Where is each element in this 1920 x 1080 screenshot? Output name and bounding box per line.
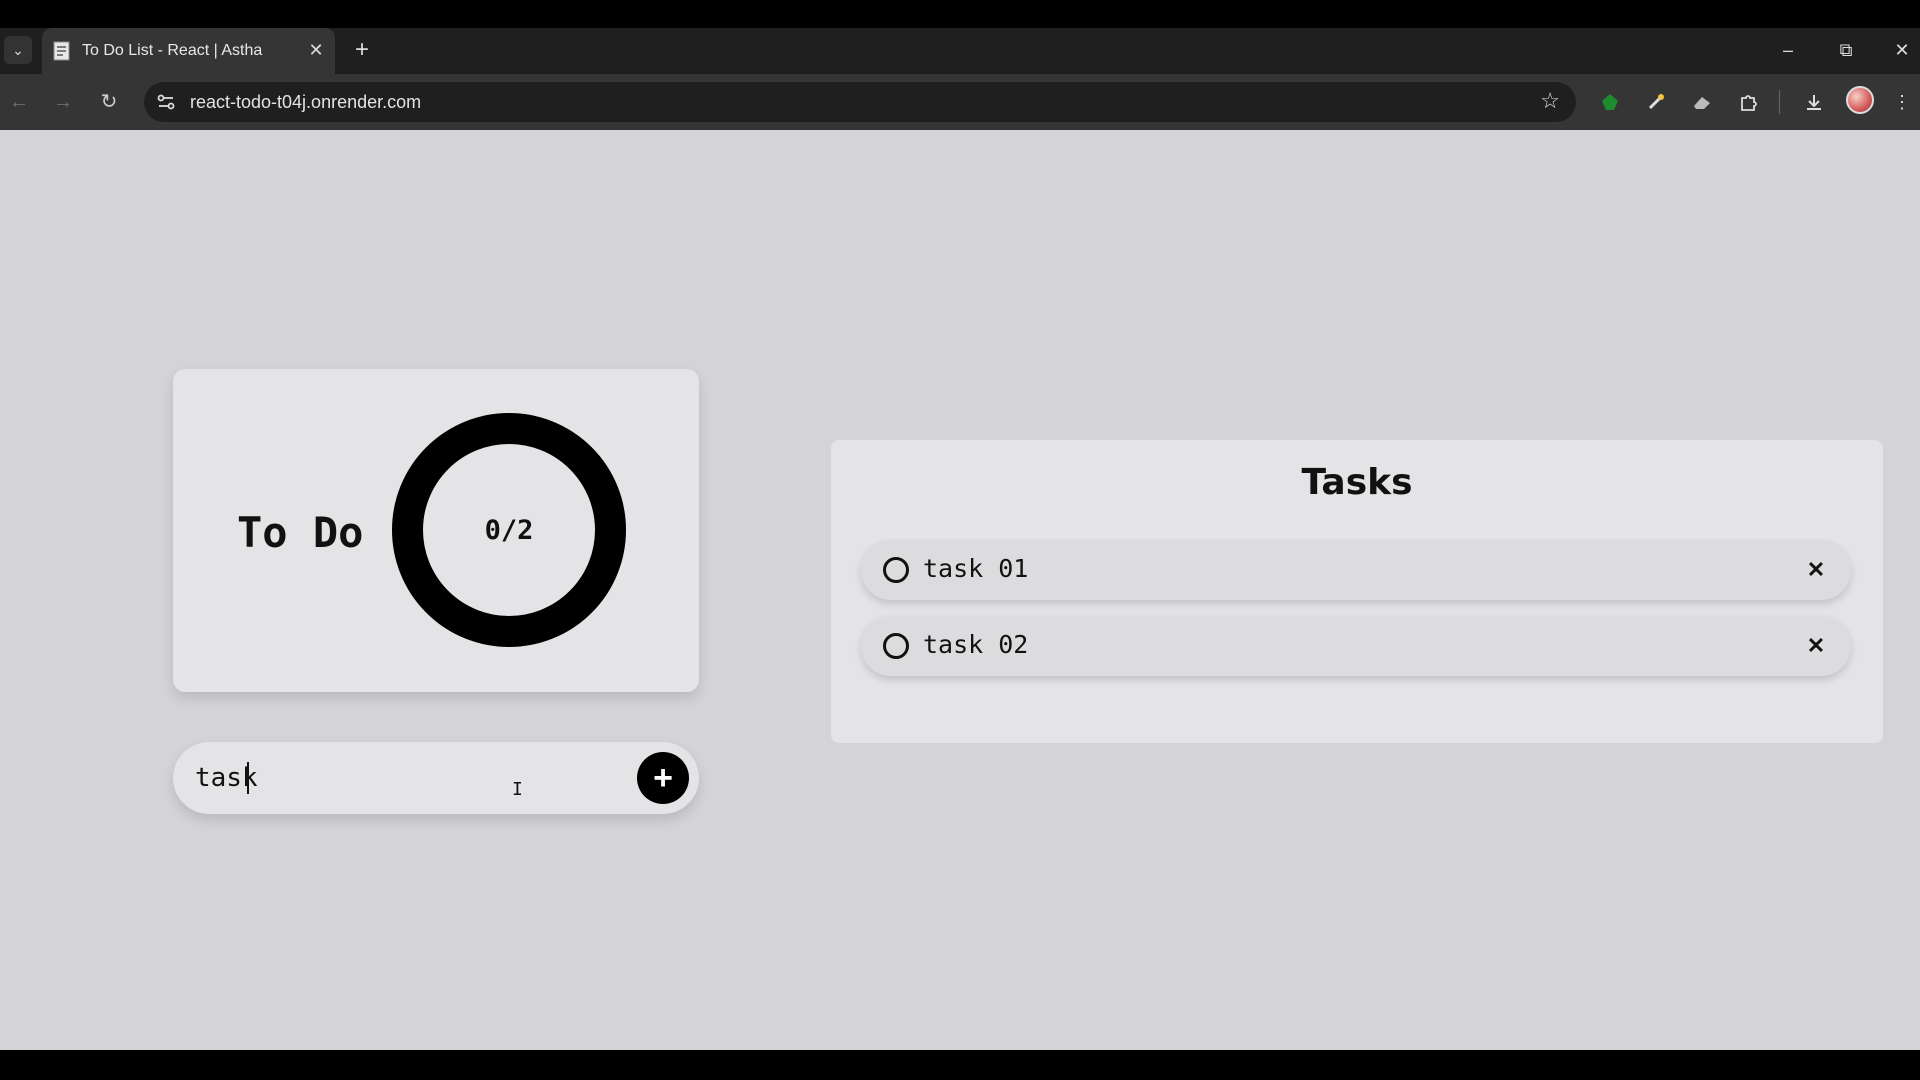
browser-tab[interactable]: To Do List - React | Astha ✕: [42, 28, 335, 74]
tune-icon[interactable]: [152, 88, 180, 116]
browser-toolbar: ← → ↻ react-todo-t04j.onrender.com ☆ ⋮: [0, 74, 1920, 130]
kebab-menu-icon[interactable]: ⋮: [1890, 86, 1914, 118]
browser-tab-strip: ⌄ To Do List - React | Astha ✕ + – ⧉ ✕: [0, 28, 1920, 74]
task-checkbox[interactable]: [883, 633, 909, 659]
delete-icon[interactable]: ✕: [1803, 631, 1829, 661]
green-extension-icon[interactable]: [1594, 86, 1626, 118]
avatar[interactable]: [1846, 86, 1874, 114]
task-checkbox[interactable]: [883, 557, 909, 583]
summary-card: To Do 0/2: [173, 369, 699, 692]
tab-title: To Do List - React | Astha: [82, 42, 263, 59]
toolbar-separator: [1779, 90, 1780, 114]
plus-icon[interactable]: +: [348, 36, 376, 64]
bottom-black-bar: [0, 1050, 1920, 1080]
close-icon[interactable]: ✕: [304, 38, 328, 62]
download-icon[interactable]: [1798, 86, 1830, 118]
arrow-right-icon[interactable]: →: [48, 87, 78, 117]
text-caret: [247, 762, 249, 794]
url-text: react-todo-t04j.onrender.com: [190, 92, 422, 112]
minimize-icon[interactable]: –: [1770, 36, 1806, 64]
arrow-left-icon[interactable]: ←: [4, 87, 34, 117]
chevron-down-icon[interactable]: ⌄: [4, 36, 32, 64]
tasks-heading: Tasks: [1301, 462, 1413, 503]
progress-ring: 0/2: [392, 413, 626, 647]
progress-count: 0/2: [484, 514, 534, 546]
address-bar[interactable]: react-todo-t04j.onrender.com ☆: [144, 82, 1576, 122]
task-label: task 01: [923, 554, 1029, 583]
puzzle-icon[interactable]: [1732, 86, 1764, 118]
task-input[interactable]: [195, 758, 595, 798]
color-picker-icon[interactable]: [1640, 86, 1672, 118]
task-item: task 02 ✕: [861, 616, 1851, 676]
reload-icon[interactable]: ↻: [94, 87, 124, 117]
delete-icon[interactable]: ✕: [1803, 555, 1829, 585]
plus-icon: +: [653, 759, 673, 797]
add-task-form: +: [173, 742, 699, 814]
screen: ⌄ To Do List - React | Astha ✕ + – ⧉ ✕ ←…: [0, 0, 1920, 1080]
todo-title: To Do: [237, 508, 364, 557]
document-icon: [53, 41, 70, 61]
eraser-icon[interactable]: [1686, 86, 1718, 118]
mouse-cursor-ibeam: I: [512, 779, 523, 800]
task-item: task 01 ✕: [861, 540, 1851, 600]
task-label: task 02: [923, 630, 1029, 659]
add-task-button[interactable]: +: [637, 752, 689, 804]
star-icon[interactable]: ☆: [1540, 88, 1560, 114]
restore-icon[interactable]: ⧉: [1828, 36, 1864, 64]
close-window-icon[interactable]: ✕: [1884, 36, 1920, 64]
page-viewport: To Do 0/2 + Tasks task 01 ✕ task 02 ✕: [0, 130, 1920, 1050]
tasks-panel: Tasks task 01 ✕ task 02 ✕: [831, 440, 1883, 743]
